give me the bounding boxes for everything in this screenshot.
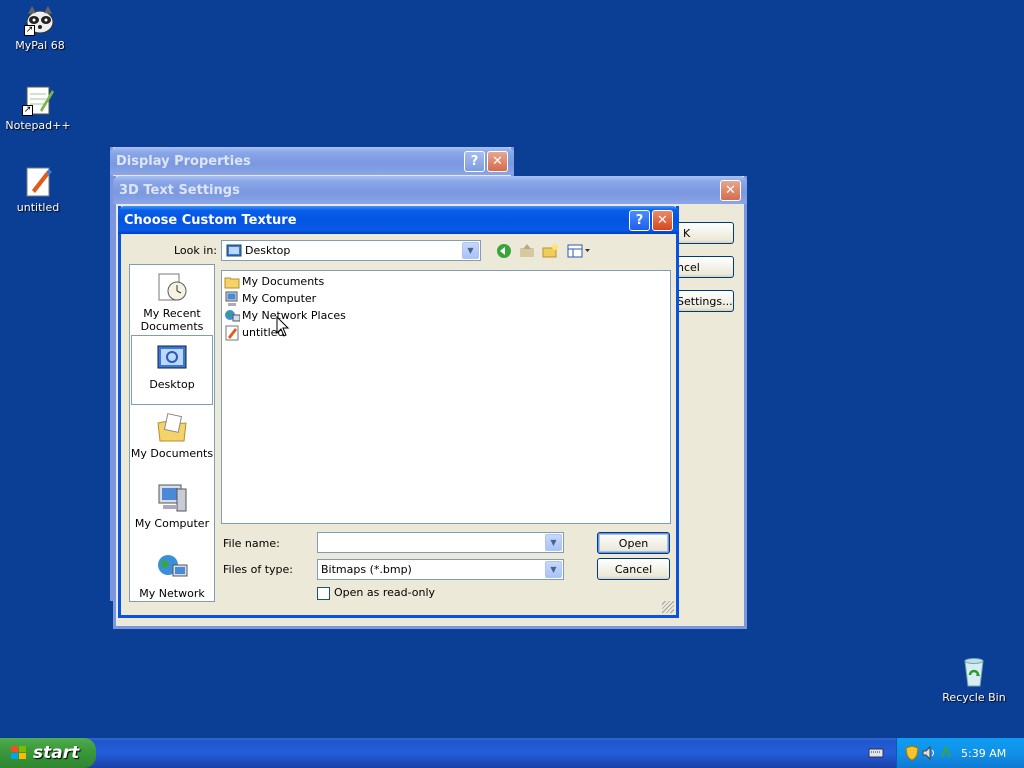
paint-file-icon <box>224 325 240 341</box>
desktop-icon-notepadpp[interactable]: ↗ Notepad++ <box>0 84 78 132</box>
window-title: Display Properties <box>116 153 251 169</box>
start-button[interactable]: start <box>0 738 96 768</box>
file-name-label: File name: <box>223 537 280 550</box>
my-network-icon <box>155 551 189 585</box>
desktop-icon-label: untitled <box>16 201 60 214</box>
help-button[interactable]: ? <box>464 150 485 172</box>
speaker-icon[interactable] <box>922 745 936 761</box>
readonly-label: Open as read-only <box>334 586 436 599</box>
raccoon-icon: ↗ <box>24 4 56 36</box>
file-label: My Network Places <box>242 309 346 322</box>
checkbox-box[interactable] <box>317 586 330 600</box>
close-button[interactable]: ✕ <box>652 209 673 231</box>
chevron-down-icon[interactable]: ▼ <box>462 242 479 259</box>
computer-icon <box>224 291 240 307</box>
windows-logo-icon <box>10 745 28 761</box>
desktop-icon <box>226 243 242 259</box>
view-menu-icon[interactable] <box>567 243 591 262</box>
close-button[interactable]: ✕ <box>487 150 508 172</box>
keyboard-icon[interactable] <box>868 747 884 762</box>
my-documents-icon <box>155 411 189 445</box>
ok-button[interactable]: K <box>676 222 734 244</box>
place-recent-documents[interactable]: My Recent Documents <box>130 265 214 335</box>
open-button[interactable]: Open <box>597 532 670 554</box>
recent-documents-icon <box>155 271 189 305</box>
file-list[interactable]: My Documents My Computer My Network Plac… <box>221 270 671 524</box>
settings-button[interactable]: Settings... <box>676 290 734 312</box>
system-tray: 5:39 AM <box>896 738 1024 768</box>
taskbar: start 5:39 AM <box>0 738 1024 768</box>
shortcut-arrow-icon: ↗ <box>24 25 35 36</box>
network-tray-icon[interactable] <box>939 745 953 761</box>
choose-texture-dialog[interactable]: Choose Custom Texture ? ✕ Look in: Deskt… <box>118 206 679 618</box>
place-my-computer[interactable]: My Computer <box>130 475 214 545</box>
place-desktop[interactable]: Desktop <box>131 335 213 405</box>
file-type-label: Files of type: <box>223 563 294 576</box>
readonly-checkbox[interactable]: Open as read-only <box>317 586 435 600</box>
ok-label: K <box>683 226 691 240</box>
notepad-plus-plus-icon: ↗ <box>22 84 54 116</box>
my-computer-icon <box>155 481 189 515</box>
open-label: Open <box>618 536 649 550</box>
display-properties-titlebar[interactable]: Display Properties ? ✕ <box>110 147 514 175</box>
network-icon <box>224 308 241 324</box>
desktop-icon-mypal[interactable]: ↗ MyPal 68 <box>0 4 80 52</box>
recycle-bin-icon <box>958 656 990 688</box>
place-label: My Network <box>139 587 205 600</box>
place-my-documents[interactable]: My Documents <box>130 405 214 475</box>
list-item-my-documents[interactable]: My Documents <box>224 273 668 290</box>
dialog-title: Choose Custom Texture <box>124 212 297 228</box>
mouse-cursor-icon <box>276 315 290 341</box>
security-shield-icon[interactable] <box>905 745 919 761</box>
places-bar: My Recent Documents Desktop My Documents… <box>129 264 215 602</box>
cancel-label: ncel <box>677 260 700 274</box>
paint-file-icon <box>22 166 54 198</box>
settings-label: Settings... <box>677 294 733 308</box>
help-button[interactable]: ? <box>629 209 650 231</box>
file-label: My Documents <box>242 275 325 288</box>
up-folder-icon[interactable] <box>519 243 535 262</box>
desktop-icon <box>155 342 189 376</box>
look-in-select[interactable]: Desktop ▼ <box>221 240 481 261</box>
close-button[interactable]: ✕ <box>720 179 741 201</box>
file-label: My Computer <box>242 292 317 305</box>
text3d-titlebar[interactable]: 3D Text Settings ✕ <box>113 176 747 204</box>
file-type-select[interactable]: Bitmaps (*.bmp) ▼ <box>317 559 564 580</box>
list-item-my-network-places[interactable]: My Network Places <box>224 307 668 324</box>
back-icon[interactable] <box>496 243 512 262</box>
dialog-titlebar[interactable]: Choose Custom Texture ? ✕ <box>118 206 679 234</box>
desktop-icon-label: Notepad++ <box>5 119 71 132</box>
place-label: Desktop <box>149 378 195 391</box>
clock[interactable]: 5:39 AM <box>961 747 1006 760</box>
cancel-button[interactable]: Cancel <box>597 558 670 580</box>
place-my-network[interactable]: My Network <box>130 545 214 601</box>
chevron-down-icon[interactable]: ▼ <box>545 561 562 578</box>
start-label: start <box>33 743 80 763</box>
place-label: My Computer <box>134 517 210 530</box>
folder-icon <box>224 274 240 290</box>
place-label: My Documents <box>130 447 214 460</box>
place-label: My Recent Documents <box>140 307 204 333</box>
desktop-icon-untitled[interactable]: untitled <box>0 166 78 214</box>
chevron-down-icon[interactable]: ▼ <box>545 534 562 551</box>
shortcut-arrow-icon: ↗ <box>22 105 33 116</box>
cancel-label: Cancel <box>614 562 653 576</box>
look-in-label: Look in: <box>174 244 217 257</box>
file-name-input[interactable]: ▼ <box>317 532 564 553</box>
look-in-value: Desktop <box>245 244 291 257</box>
file-type-value: Bitmaps (*.bmp) <box>321 563 412 576</box>
desktop-icon-label: MyPal 68 <box>15 39 65 52</box>
desktop-icon-recycle-bin[interactable]: Recycle Bin <box>934 656 1014 704</box>
new-folder-icon[interactable] <box>542 243 558 262</box>
resize-grip-icon[interactable] <box>662 601 674 613</box>
list-item-my-computer[interactable]: My Computer <box>224 290 668 307</box>
window-title: 3D Text Settings <box>119 182 240 198</box>
desktop-icon-label: Recycle Bin <box>942 691 1006 704</box>
list-item-untitled[interactable]: untitled <box>224 324 668 341</box>
cancel-button[interactable]: ncel <box>676 256 734 278</box>
